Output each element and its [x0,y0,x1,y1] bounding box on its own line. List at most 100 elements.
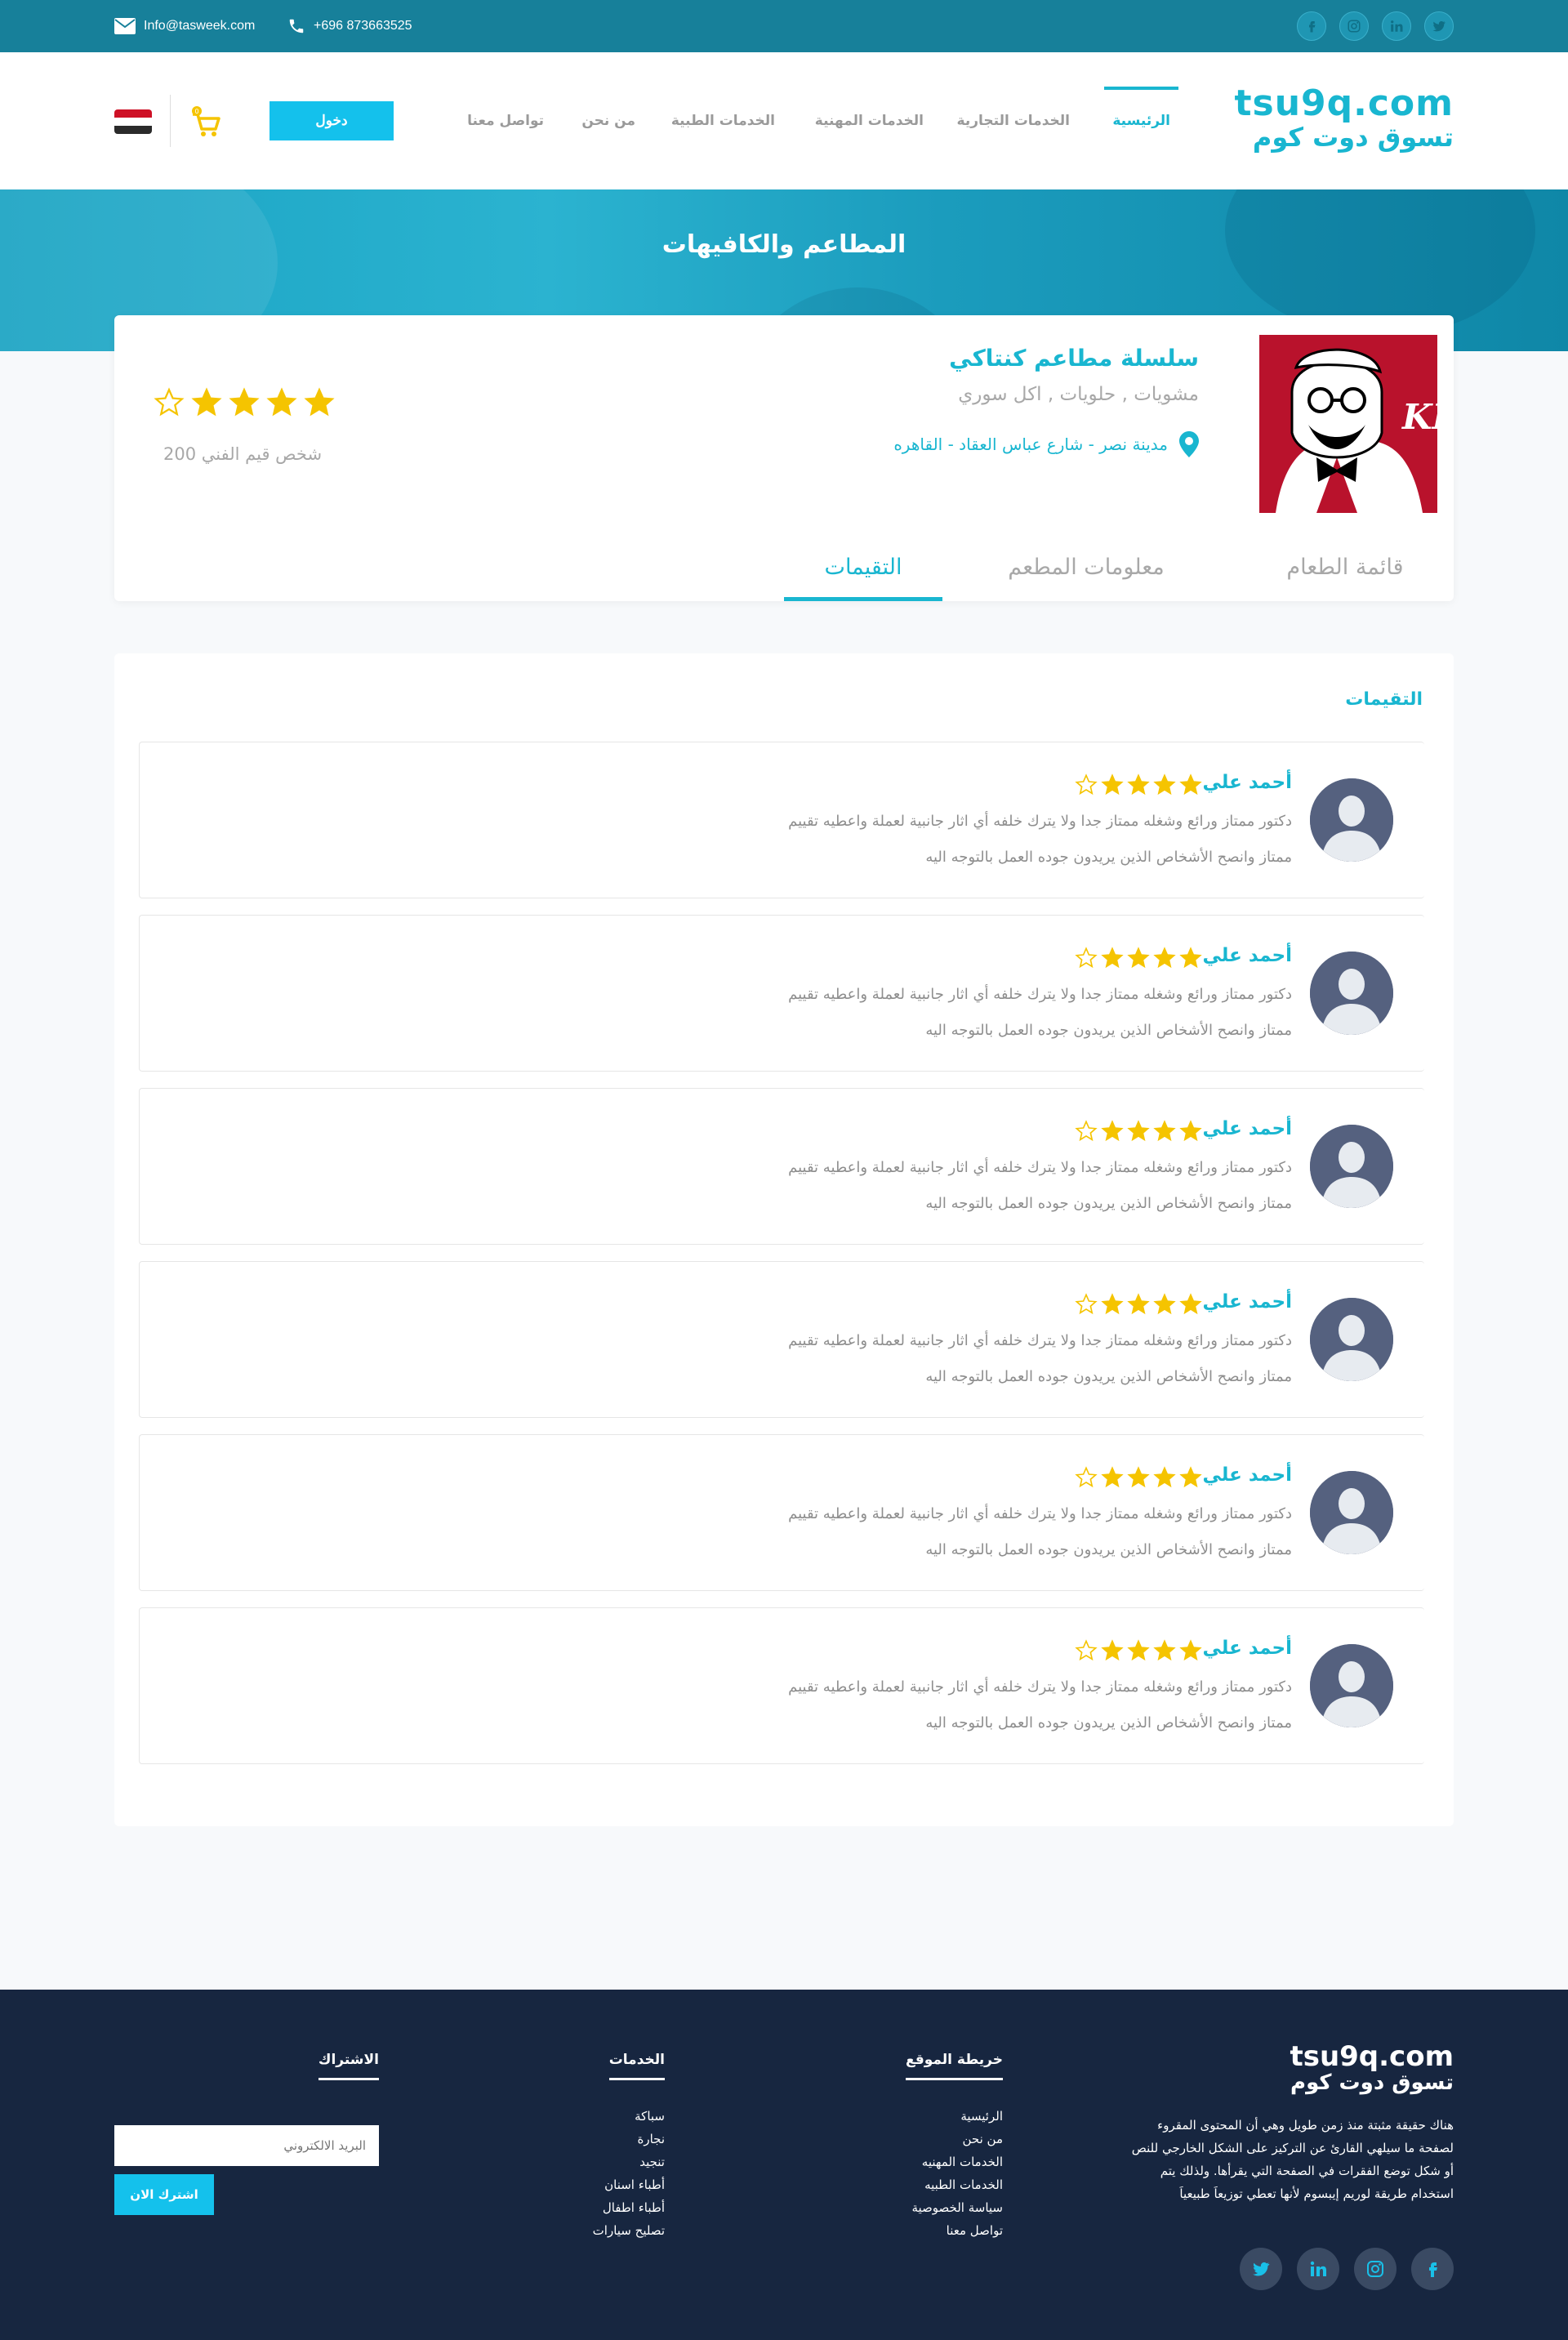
reviews-title: التقيمات [1345,689,1423,710]
nav-about-label: من نحن [581,113,635,129]
header: tsu9q.com تسوق دوت كوم الرئيسية الخدمات … [0,52,1568,189]
reviewer-name: أحمد علي [1202,1118,1292,1139]
footer-service-link[interactable]: تنجيد [593,2151,665,2173]
egypt-flag-icon[interactable] [114,109,152,134]
footer-logo-en: tsu9q.com [1290,2040,1454,2073]
tab-info-label: معلومات المطعم [1008,554,1165,580]
reviewer-name: أحمد علي [1202,945,1292,966]
footer-service-link[interactable]: أطباء اسنان [593,2173,665,2196]
restaurant-logo: KFC [1259,335,1437,513]
review-card: أحمد علي دكتور ممتاز ورائع وشغله ممتاز جد… [139,1088,1424,1245]
nav-commercial-services[interactable]: الخدمات التجارية [957,52,1070,189]
sitemap-links: الرئيسية من نحن الخدمات المهنيه الخدمات الط… [906,2105,1003,2242]
user-avatar-icon [1310,1125,1393,1208]
star-filled-icon [1179,1120,1202,1142]
subscribe-email-input[interactable] [114,2125,379,2166]
star-filled-icon [1179,1639,1202,1661]
nav-medical-services[interactable]: الخدمات الطبية [671,52,775,189]
cart-count: 0 [194,108,198,115]
tab-reviews[interactable]: التقيمات [784,533,942,601]
footer-logo[interactable]: tsu9q.com تسوق دوت كوم [1290,2042,1454,2094]
subscribe-button[interactable]: اشترك الان [114,2174,214,2215]
envelope-icon [114,18,136,34]
star-empty-icon [1075,773,1098,796]
tab-reviews-label: التقيمات [824,554,902,580]
review-text-line: ممتاز وانصح الأشخاص الذين يريدون جوده ال… [925,1022,1292,1039]
star-empty-icon [1075,1466,1098,1488]
nav-contact[interactable]: تواصل معنا [467,52,544,189]
star-filled-icon [1127,947,1150,969]
footer-service-link[interactable]: نجارة [593,2128,665,2151]
linkedin-icon[interactable] [1297,2248,1339,2290]
avatar [1310,1471,1393,1554]
review-text-line: ممتاز وانصح الأشخاص الذين يريدون جوده ال… [925,1368,1292,1385]
footer-sitemap-link[interactable]: الخدمات الطبيه [906,2173,1003,2196]
user-avatar-icon [1310,952,1393,1035]
top-bar: Info@tasweek.com +696 873663525 [0,0,1568,52]
footer-sitemap-link[interactable]: الخدمات المهنيه [906,2151,1003,2173]
star-filled-icon [1101,947,1124,969]
footer-sitemap-link[interactable]: من نحن [906,2128,1004,2151]
star-empty-icon [1075,1293,1098,1315]
email-contact[interactable]: Info@tasweek.com [114,0,255,52]
hero-decor [1225,189,1535,337]
star-filled-icon [229,387,260,417]
reviewer-name: أحمد علي [1202,1464,1292,1486]
footer-logo-ar: تسوق دوت كوم [1290,2070,1454,2095]
instagram-icon[interactable] [1354,2248,1396,2290]
star-filled-icon [1179,773,1202,796]
instagram-icon[interactable] [1339,11,1369,41]
twitter-icon[interactable] [1240,2248,1282,2290]
phone-text: +696 873663525 [314,19,412,33]
review-card: أحمد علي دكتور ممتاز ورائع وشغله ممتاز جد… [139,742,1424,898]
restaurant-address: مدينة نصر - شارع عباس العقاد - القاهره [893,431,1199,457]
footer-sitemap-link[interactable]: تواصل معنا [906,2219,1003,2242]
footer-service-link[interactable]: أطباء اطفال [593,2196,665,2219]
avatar [1310,952,1393,1035]
site-logo[interactable]: tsu9q.com تسوق دوت كوم [1234,85,1454,153]
nav-home[interactable]: الرئيسية [1104,52,1178,189]
nav-professional-label: الخدمات المهنية [814,113,924,129]
linkedin-icon[interactable] [1382,11,1411,41]
subscribe-title: الاشتراك [318,2052,379,2080]
review-text-line: دكتور ممتاز ورائع وشغله ممتاز جدا ولا يت… [788,813,1292,830]
footer-sitemap-link[interactable]: الرئيسية [906,2105,1003,2128]
star-filled-icon [1153,1120,1176,1142]
star-filled-icon [1153,1466,1176,1488]
star-filled-icon [1153,773,1176,796]
review-text-line: دكتور ممتاز ورائع وشغله ممتاز جدا ولا يت… [788,986,1292,1003]
review-text-line: دكتور ممتاز ورائع وشغله ممتاز جدا ولا يت… [788,1505,1292,1522]
review-card: أحمد علي دكتور ممتاز ورائع وشغله ممتاز جد… [139,1434,1424,1591]
star-filled-icon [1101,1293,1124,1315]
facebook-icon[interactable] [1411,2248,1454,2290]
tab-menu[interactable]: قائمة الطعام [1267,533,1423,601]
star-filled-icon [1101,1639,1124,1661]
review-rating-stars [1075,1466,1202,1489]
topbar-socials [1297,11,1454,41]
footer-subscribe: الاشتراك [318,2052,379,2080]
page-title: المطاعم والكافيهات [662,230,906,259]
kfc-logo-image: KFC [1259,335,1437,513]
phone-contact[interactable]: +696 873663525 [287,0,412,52]
services-links: سباكة نجارة تنجيد أطباء اسنان أطباء اطفال تصل… [593,2105,665,2242]
restaurant-name: سلسلة مطاعم كنتاكي [949,345,1199,372]
footer-service-link[interactable]: تصليح سيارات [593,2219,665,2242]
facebook-icon[interactable] [1297,11,1326,41]
star-filled-icon [1153,1639,1176,1661]
footer-sitemap: خريطة الموقع الرئيسية من نحن الخدمات المهن… [905,2052,1003,2242]
nav-professional-services[interactable]: الخدمات المهنية [815,52,924,189]
review-card: أحمد علي دكتور ممتاز ورائع وشغله ممتاز جد… [139,915,1424,1072]
address-text: مدينة نصر - شارع عباس العقاد - القاهره [893,435,1168,454]
tab-restaurant-info[interactable]: معلومات المطعم [988,533,1184,601]
services-title: الخدمات [608,2052,665,2080]
cart-button[interactable]: 0 [189,106,222,139]
reviewer-name: أحمد علي [1202,1291,1292,1313]
nav-about[interactable]: من نحن [581,52,635,189]
avatar [1310,1298,1393,1381]
footer-sitemap-link[interactable]: سياسة الخصوصية [906,2196,1003,2219]
login-button[interactable]: دخول [270,101,394,140]
twitter-icon[interactable] [1424,11,1454,41]
review-text-line: ممتاز وانصح الأشخاص الذين يريدون جوده ال… [925,1541,1292,1558]
review-card: أحمد علي دكتور ممتاز ورائع وشغله ممتاز جد… [139,1261,1424,1418]
footer-service-link[interactable]: سباكة [593,2105,665,2128]
